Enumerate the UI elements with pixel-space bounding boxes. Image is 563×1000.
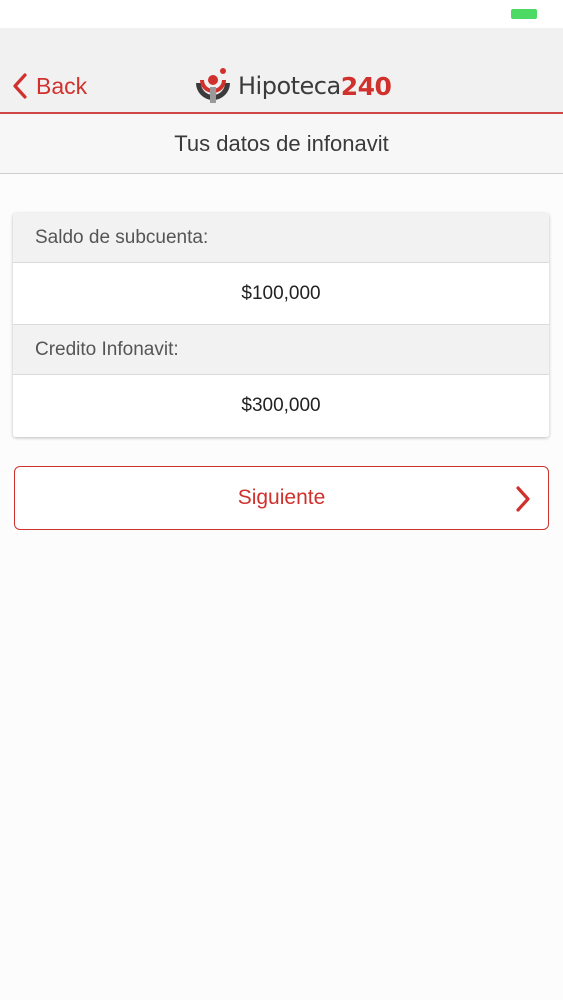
- back-label: Back: [36, 72, 88, 99]
- next-button-label: Siguiente: [237, 486, 326, 509]
- app-logo: Hipoteca 240: [192, 66, 392, 106]
- field-value-row: $300,000: [13, 375, 549, 437]
- chevron-right-icon: [516, 486, 530, 512]
- credito-infonavit-label: Credito Infonavit:: [35, 338, 179, 360]
- next-button[interactable]: Siguiente: [14, 466, 549, 530]
- credito-infonavit-value: $300,000: [241, 395, 321, 416]
- logo-number: 240: [340, 71, 392, 101]
- logo-mark-icon: [196, 68, 230, 103]
- saldo-subcuenta-label: Saldo de subcuenta:: [35, 226, 209, 248]
- page-title: Tus datos de infonavit: [174, 130, 389, 156]
- chevron-left-icon: [13, 73, 27, 99]
- back-button[interactable]: Back: [10, 68, 87, 104]
- status-bar: [0, 0, 563, 28]
- field-value-row: $100,000: [13, 263, 549, 325]
- infonavit-data-card: Saldo de subcuenta: $100,000 Credito Inf…: [13, 213, 549, 437]
- logo-text: Hipoteca: [238, 72, 341, 100]
- field-label-row: Saldo de subcuenta:: [13, 213, 549, 263]
- navbar: Back Hipoteca 240: [0, 28, 563, 114]
- saldo-subcuenta-value: $100,000: [241, 282, 321, 304]
- battery-icon: [511, 9, 537, 19]
- page-header: Tus datos de infonavit: [0, 114, 563, 174]
- field-label-row: Credito Infonavit:: [13, 325, 549, 375]
